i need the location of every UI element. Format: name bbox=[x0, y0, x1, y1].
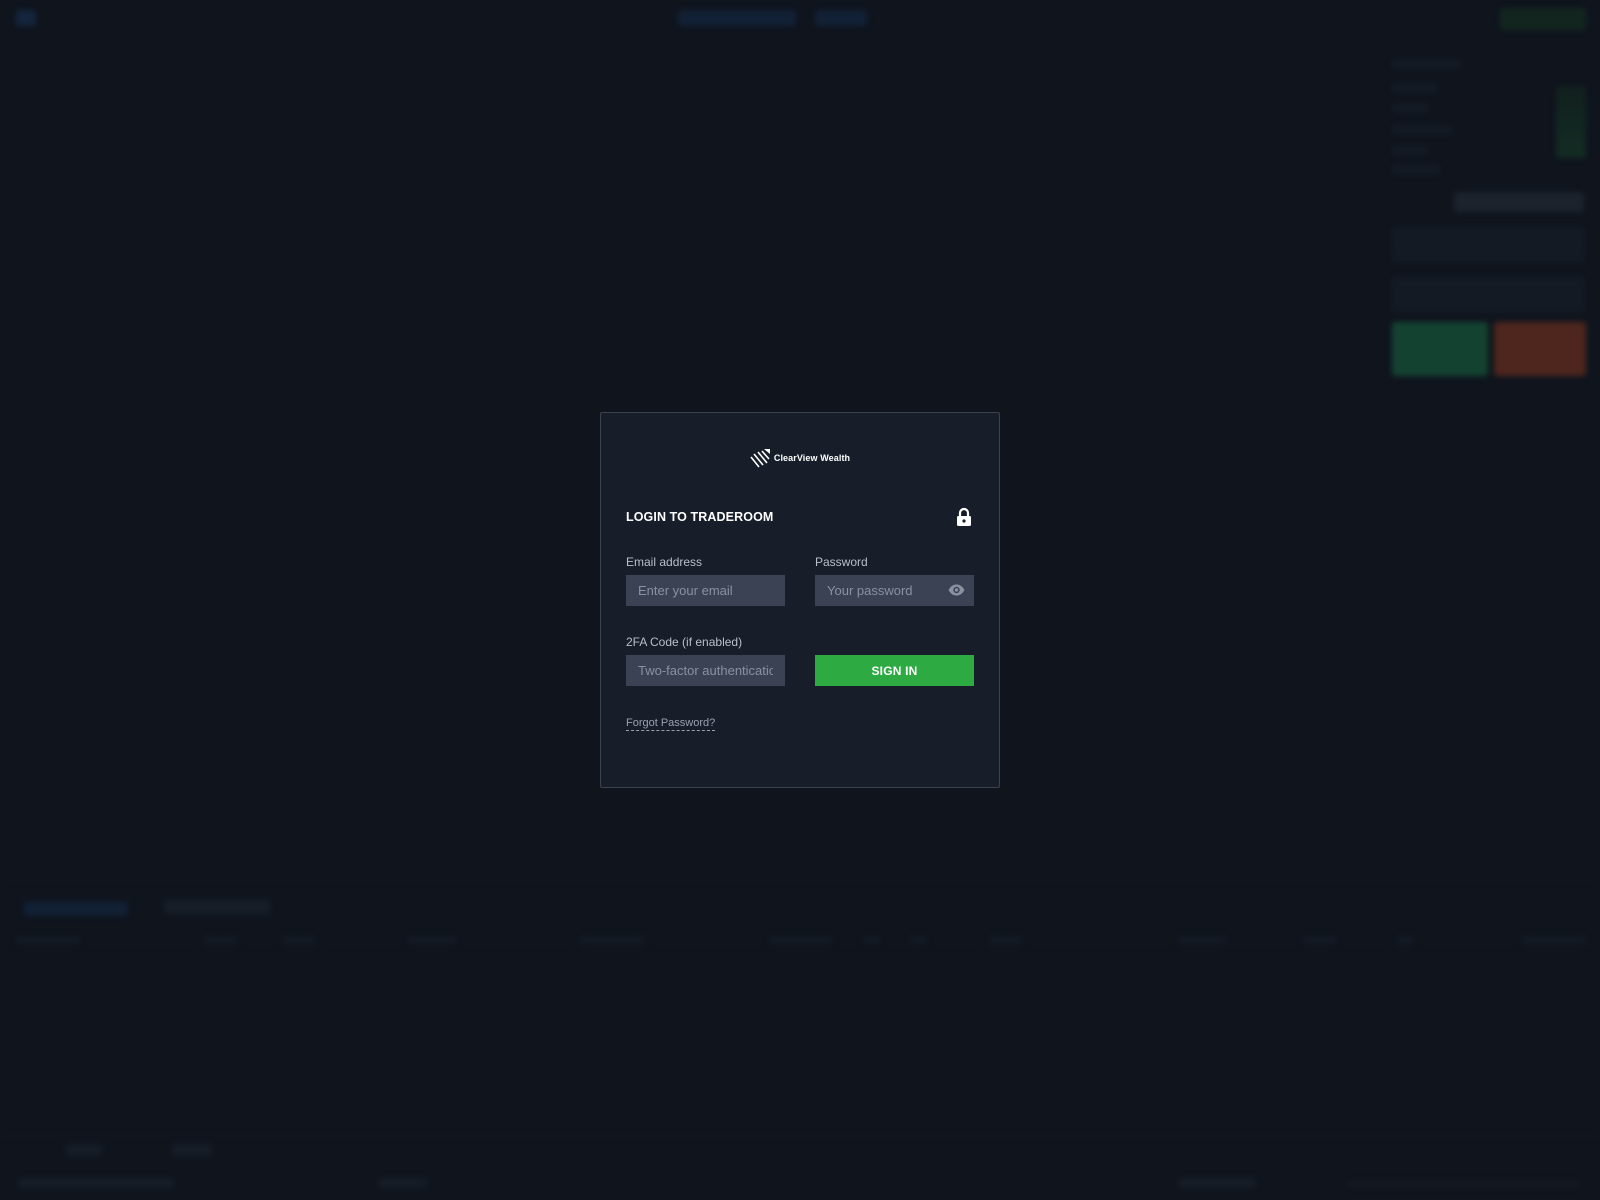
twofa-group: 2FA Code (if enabled) bbox=[626, 635, 785, 686]
login-form: Email address Password 2FA Code (if enab… bbox=[626, 555, 974, 686]
lock-icon bbox=[957, 507, 971, 526]
email-input[interactable] bbox=[626, 575, 785, 606]
signin-button[interactable]: SIGN IN bbox=[815, 655, 974, 686]
twofa-label: 2FA Code (if enabled) bbox=[626, 635, 743, 649]
password-wrapper bbox=[815, 575, 974, 606]
login-modal: ClearView Wealth LOGIN TO TRADEROOM Emai… bbox=[600, 412, 1000, 788]
brand-logo: ClearView Wealth bbox=[626, 447, 974, 469]
forgot-password-link[interactable]: Forgot Password? bbox=[626, 717, 716, 731]
title-row: LOGIN TO TRADEROOM bbox=[626, 507, 974, 527]
email-label: Email address bbox=[626, 555, 703, 569]
login-title: LOGIN TO TRADEROOM bbox=[626, 510, 774, 524]
email-group: Email address bbox=[626, 555, 785, 606]
eye-icon[interactable] bbox=[948, 584, 965, 596]
password-group: Password bbox=[815, 555, 974, 606]
clearview-logo-icon bbox=[750, 449, 770, 468]
signin-group: SIGN IN bbox=[815, 635, 974, 686]
brand-name: ClearView Wealth bbox=[773, 453, 851, 463]
twofa-input[interactable] bbox=[626, 655, 785, 686]
password-label: Password bbox=[815, 555, 868, 569]
